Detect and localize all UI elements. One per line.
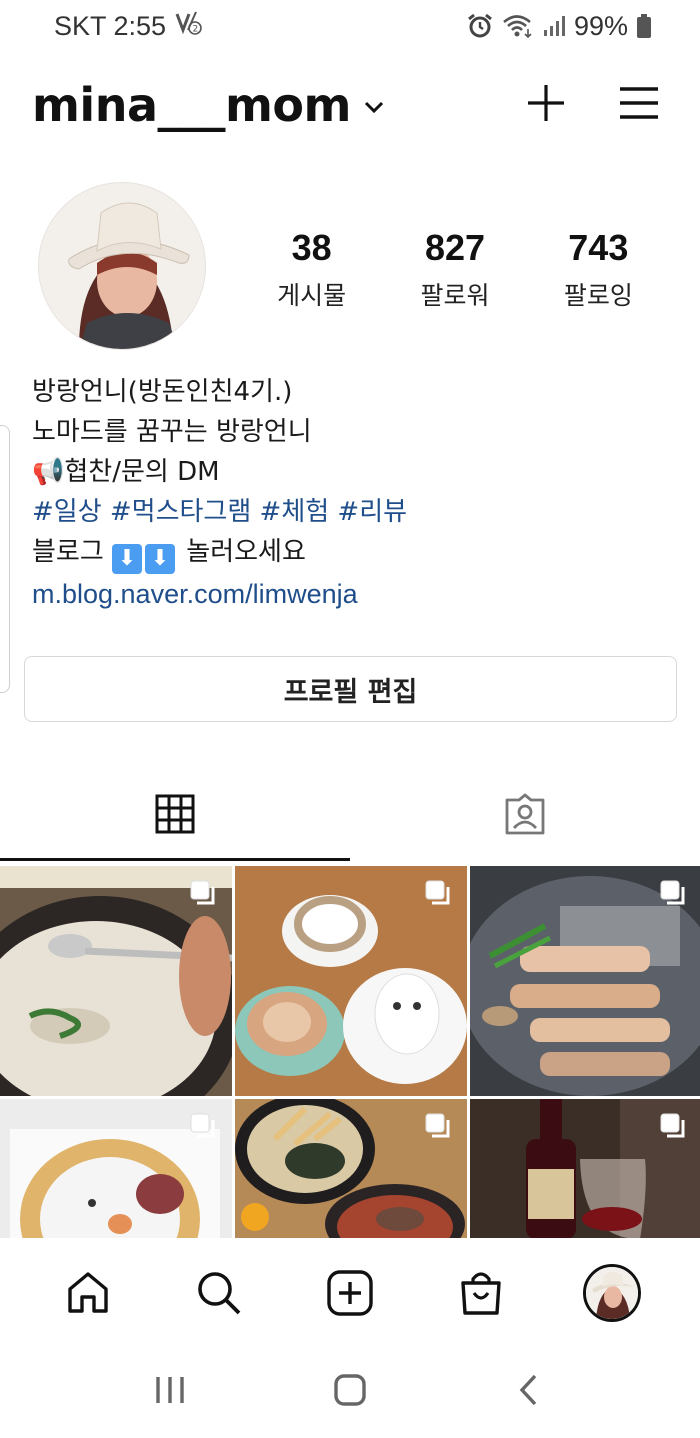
username[interactable]: mina___mom [32, 78, 351, 132]
multiple-photos-icon [660, 1113, 686, 1139]
recents-icon[interactable] [153, 1373, 187, 1412]
new-post-icon[interactable] [315, 1258, 385, 1328]
search-icon[interactable] [184, 1258, 254, 1328]
signal-icon [542, 14, 566, 38]
bio-line: 📢협찬/문의 DM [32, 452, 672, 492]
down-arrow-icon: ⬇ [145, 544, 176, 574]
bio-line: 블로그 ⬇ ⬇ 놀러오세요 [32, 532, 672, 574]
add-icon[interactable] [526, 83, 566, 128]
post-thumbnail[interactable] [235, 1099, 467, 1238]
system-nav [0, 1346, 700, 1438]
bio-line: 노마드를 꿈꾸는 방랑언니 [32, 417, 312, 447]
post-thumbnail[interactable] [470, 866, 700, 1096]
bio-link[interactable]: m.blog.naver.com/limwenja [32, 574, 672, 614]
multiple-photos-icon [425, 880, 451, 906]
stat-followers[interactable]: 827 팔로워 [420, 228, 489, 312]
stat-label: 팔로워 [420, 281, 490, 310]
stat-posts[interactable]: 38 게시물 [277, 228, 346, 312]
edge-panel-handle[interactable] [0, 425, 10, 693]
shop-icon[interactable] [446, 1258, 516, 1328]
tab-grid[interactable] [0, 770, 350, 862]
tagged-person-icon [503, 792, 547, 841]
post-thumbnail[interactable] [470, 1099, 700, 1238]
profile-header: mina___mom [0, 72, 700, 138]
post-thumbnail[interactable] [0, 866, 232, 1096]
svg-text:2: 2 [193, 24, 199, 34]
home-button-icon[interactable] [333, 1373, 367, 1412]
post-thumbnail[interactable] [0, 1099, 232, 1238]
tab-tagged[interactable] [350, 770, 700, 862]
stat-value: 38 [291, 227, 332, 268]
multiple-photos-icon [425, 1113, 451, 1139]
home-icon[interactable] [53, 1258, 123, 1328]
profile-avatar[interactable] [577, 1258, 647, 1328]
stat-label: 게시물 [277, 281, 347, 310]
wifi-icon [502, 13, 534, 39]
bio-text: 블로그 [32, 537, 104, 567]
stat-label: 팔로잉 [563, 281, 633, 310]
post-thumbnail[interactable] [235, 866, 467, 1096]
profile-tabs [0, 770, 700, 862]
multiple-photos-icon [660, 880, 686, 906]
stat-following[interactable]: 743 팔로잉 [564, 228, 633, 312]
profile-bio: 방랑언니(방돈인친4기.) 노마드를 꿈꾸는 방랑언니 📢협찬/문의 DM #일… [32, 372, 672, 614]
chevron-down-icon[interactable] [363, 99, 385, 120]
volte-icon: 2 [174, 10, 204, 43]
multiple-photos-icon [190, 880, 216, 906]
bio-name: 방랑언니(방돈인친4기.) [32, 377, 293, 407]
profile-stats: 38 게시물 827 팔로워 743 팔로잉 [240, 228, 670, 312]
bio-hashtags[interactable]: #일상 #먹스타그램 #체험 #리뷰 [32, 492, 672, 532]
alarm-icon [466, 12, 494, 40]
multiple-photos-icon [190, 1113, 216, 1139]
bio-text: 놀러오세요 [186, 537, 306, 567]
avatar [583, 1264, 642, 1322]
stat-value: 743 [568, 227, 629, 268]
profile-avatar[interactable] [38, 182, 206, 350]
carrier-time: SKT 2:55 [54, 10, 167, 41]
edit-profile-button[interactable]: 프로필 편집 [24, 656, 677, 722]
active-tab-indicator [0, 858, 350, 861]
stat-value: 827 [424, 227, 486, 268]
back-icon[interactable] [513, 1373, 547, 1412]
bio-text: 협찬/문의 DM [64, 457, 220, 487]
status-bar: SKT 2:55 2 99% [0, 0, 700, 52]
megaphone-icon: 📢 [32, 457, 65, 487]
battery-icon [636, 13, 652, 39]
bottom-nav [0, 1240, 700, 1346]
post-grid [0, 866, 700, 1238]
battery-percent: 99% [573, 10, 628, 41]
down-arrow-icon: ⬇ [112, 544, 143, 574]
menu-icon[interactable] [618, 86, 660, 125]
grid-icon [155, 794, 195, 839]
